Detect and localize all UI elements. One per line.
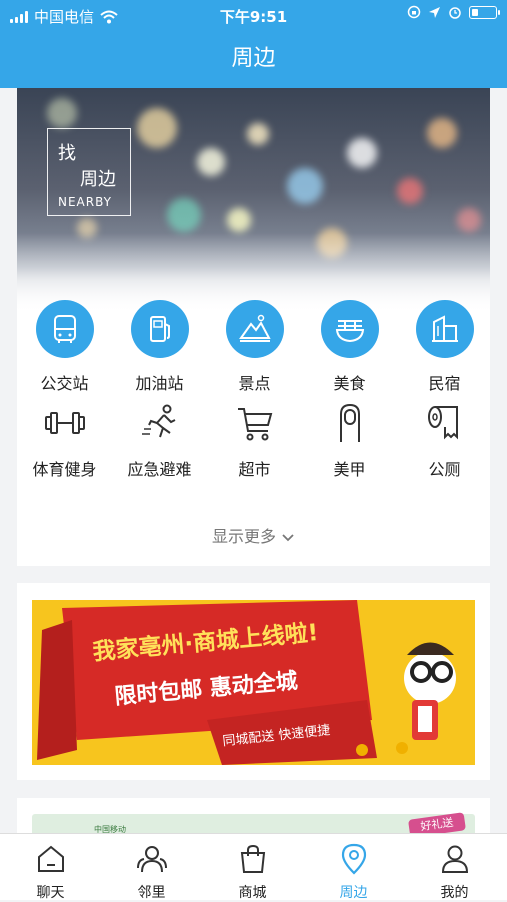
service-homestay[interactable]: 民宿 bbox=[397, 300, 492, 394]
service-food[interactable]: 美食 bbox=[302, 300, 397, 394]
promo-card: 我家亳州·商城上线啦! 限时包邮 惠动全城 同城配送 快速便捷 bbox=[17, 583, 490, 780]
chevron-down-icon bbox=[282, 533, 294, 541]
home-icon bbox=[37, 845, 64, 872]
service-manicure[interactable]: 美甲 bbox=[302, 398, 397, 480]
service-scenic[interactable]: 景点 bbox=[207, 300, 302, 394]
tab-label: 我的 bbox=[440, 885, 469, 901]
badge-line1: 找 bbox=[58, 143, 76, 164]
neighbors-icon bbox=[136, 846, 167, 873]
service-label: 景点 bbox=[238, 374, 271, 393]
running-person-icon bbox=[141, 404, 175, 438]
rotation-lock-icon bbox=[407, 5, 421, 19]
service-label: 美甲 bbox=[333, 460, 366, 479]
tab-neighbors[interactable]: 邻里 bbox=[101, 834, 202, 901]
building-icon bbox=[431, 315, 458, 342]
service-supermarket[interactable]: 超市 bbox=[207, 398, 302, 480]
nail-icon bbox=[339, 403, 360, 442]
dumbbell-icon bbox=[44, 412, 85, 434]
tab-label: 商城 bbox=[238, 885, 267, 901]
location-pin-icon bbox=[341, 843, 366, 875]
service-label: 应急避难 bbox=[127, 460, 192, 479]
cart-icon bbox=[237, 408, 272, 441]
service-label: 公交站 bbox=[40, 374, 89, 393]
promo-banner[interactable]: 我家亳州·商城上线啦! 限时包邮 惠动全城 同城配送 快速便捷 bbox=[32, 600, 475, 765]
badge-line2: 周边 bbox=[80, 169, 116, 190]
noodle-bowl-icon bbox=[335, 320, 364, 343]
service-label: 公厕 bbox=[428, 460, 461, 479]
service-label: 美食 bbox=[333, 374, 366, 393]
location-arrow-icon bbox=[429, 6, 440, 18]
nearby-card: 找 周边 NEARBY 公交站 加油站 景点 美食 民宿 体育健身 应急避难 超… bbox=[17, 88, 490, 566]
tab-bar: 聊天 邻里 商城 周边 我的 bbox=[0, 833, 507, 901]
top-bar: 中国电信 下午9:51 周边 bbox=[0, 0, 507, 88]
nearby-badge: 找 周边 NEARBY bbox=[47, 128, 131, 216]
profile-icon bbox=[441, 845, 468, 873]
bus-icon bbox=[53, 315, 76, 343]
show-more-label: 显示更多 bbox=[211, 527, 276, 546]
alarm-icon bbox=[449, 7, 461, 19]
service-label: 加油站 bbox=[135, 374, 184, 393]
tab-label: 周边 bbox=[339, 885, 368, 901]
service-bus[interactable]: 公交站 bbox=[17, 300, 112, 394]
service-label: 超市 bbox=[238, 460, 271, 479]
shopping-bag-icon bbox=[240, 844, 265, 873]
tab-profile[interactable]: 我的 bbox=[404, 834, 505, 901]
show-more-button[interactable]: 显示更多 bbox=[17, 523, 490, 547]
hero-banner: 找 周边 NEARBY bbox=[17, 88, 490, 313]
tab-nearby[interactable]: 周边 bbox=[303, 834, 404, 901]
service-gas-station[interactable]: 加油站 bbox=[112, 300, 207, 394]
gas-station-icon bbox=[149, 316, 170, 342]
service-toilet[interactable]: 公厕 bbox=[397, 398, 492, 480]
page-title: 周边 bbox=[231, 46, 276, 71]
service-label: 民宿 bbox=[428, 374, 461, 393]
toilet-paper-icon bbox=[427, 406, 458, 440]
tab-label: 邻里 bbox=[137, 885, 166, 901]
tab-label: 聊天 bbox=[36, 885, 65, 901]
tab-chat[interactable]: 聊天 bbox=[0, 834, 101, 901]
badge-en: NEARBY bbox=[58, 195, 113, 209]
scenic-icon bbox=[238, 314, 271, 342]
service-label: 体育健身 bbox=[32, 460, 97, 479]
tab-mall[interactable]: 商城 bbox=[202, 834, 303, 901]
service-emergency[interactable]: 应急避难 bbox=[112, 398, 207, 480]
status-bar: 中国电信 下午9:51 bbox=[0, 0, 507, 30]
service-fitness[interactable]: 体育健身 bbox=[17, 398, 112, 480]
battery-icon bbox=[469, 5, 500, 19]
